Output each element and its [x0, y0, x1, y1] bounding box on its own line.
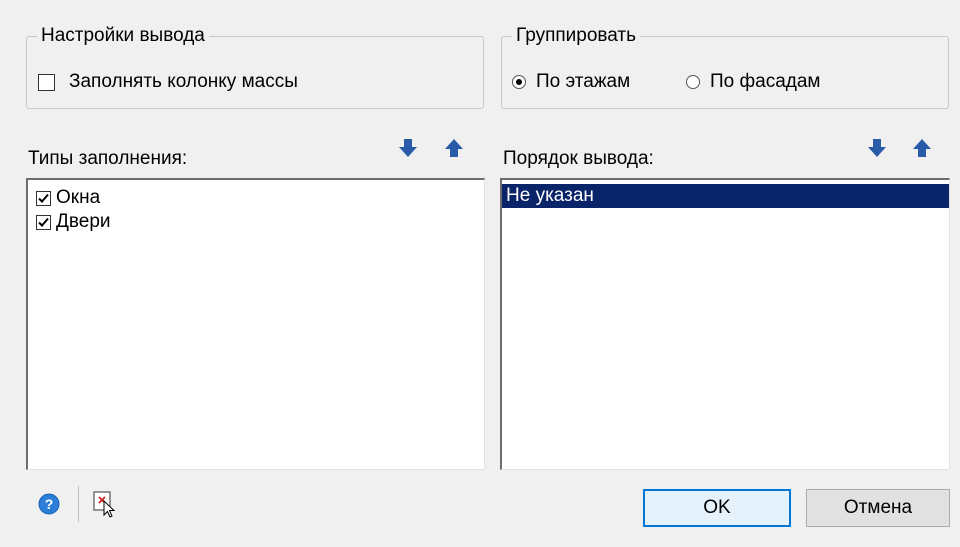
list-item[interactable]: Окна: [28, 186, 484, 210]
check-icon: [38, 217, 49, 227]
group-by-floors-radio[interactable]: По этажам: [512, 70, 630, 94]
group-by-floors-radio-dot[interactable]: [512, 75, 526, 89]
group-by-group: Группировать: [501, 25, 949, 109]
list-item[interactable]: Двери: [28, 210, 484, 234]
group-by-facades-label: По фасадам: [710, 71, 821, 92]
help-icon: ?: [38, 493, 60, 515]
arrow-down-icon: [399, 139, 417, 157]
arrow-up-icon: [445, 139, 463, 157]
check-icon: [38, 193, 49, 203]
output-order-move-down-button[interactable]: [865, 136, 889, 160]
output-order-list[interactable]: Не указан: [500, 178, 950, 470]
fill-types-move-down-button[interactable]: [396, 136, 420, 160]
fill-mass-column-label: Заполнять колонку массы: [69, 71, 298, 92]
help-button[interactable]: ?: [38, 493, 60, 515]
group-by-facades-radio-dot[interactable]: [686, 75, 700, 89]
reset-icon: [93, 491, 116, 518]
fill-type-label: Окна: [56, 187, 101, 208]
group-by-facades-radio[interactable]: По фасадам: [686, 70, 820, 94]
group-by-title: Группировать: [516, 25, 637, 46]
output-settings-title: Настройки вывода: [41, 25, 205, 46]
reset-button[interactable]: [92, 490, 120, 518]
fill-types-move-up-button[interactable]: [442, 136, 466, 160]
fill-type-checkbox[interactable]: [36, 190, 51, 206]
fill-type-checkbox[interactable]: [36, 214, 51, 230]
arrow-down-icon: [868, 139, 886, 157]
fill-mass-column-checkbox[interactable]: Заполнять колонку массы: [38, 70, 298, 94]
fill-mass-column-checkbox-box[interactable]: [38, 73, 55, 91]
fill-types-label: Типы заполнения:: [28, 148, 188, 169]
list-item[interactable]: Не указан: [502, 184, 949, 208]
svg-text:?: ?: [45, 496, 54, 512]
output-order-move-up-button[interactable]: [910, 136, 934, 160]
output-order-label: Порядок вывода:: [503, 148, 654, 169]
fill-type-label: Двери: [56, 211, 111, 232]
ok-button[interactable]: OK: [643, 489, 791, 527]
output-settings-group: Настройки вывода: [26, 25, 484, 109]
arrow-up-icon: [913, 139, 931, 157]
group-by-floors-label: По этажам: [536, 71, 631, 92]
cancel-button[interactable]: Отмена: [806, 489, 950, 527]
toolbar-separator: [78, 486, 79, 522]
fill-types-list[interactable]: Окна Двери: [26, 178, 485, 470]
